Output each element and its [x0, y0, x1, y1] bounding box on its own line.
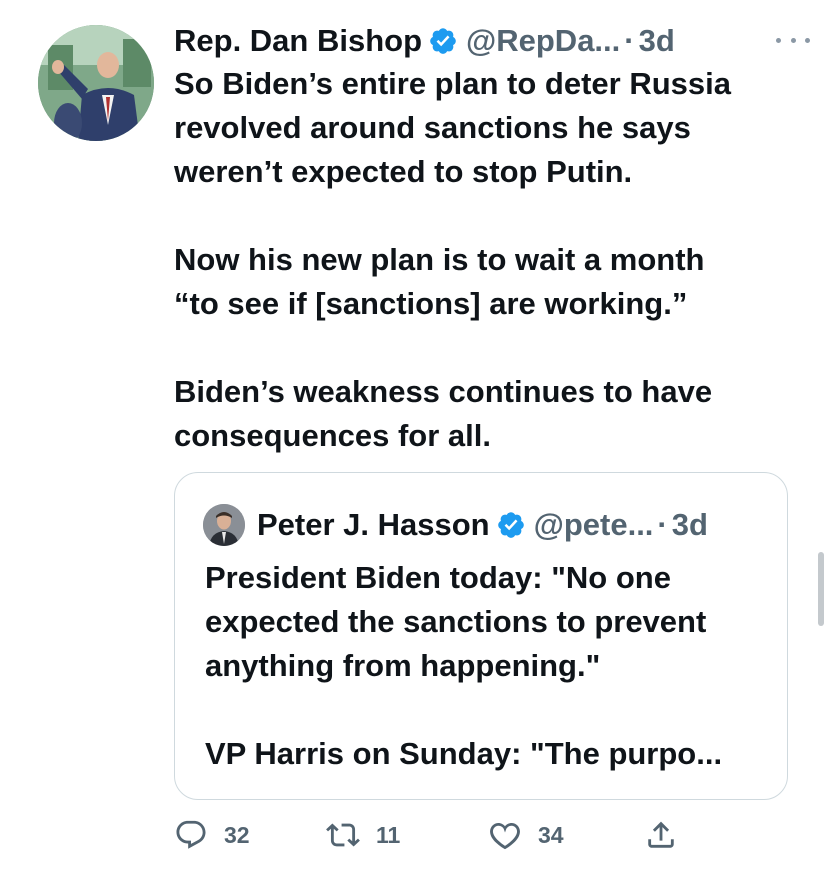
tweet-text: So Biden’s entire plan to deter Russia r… [174, 62, 804, 458]
like-button[interactable]: 34 [488, 812, 564, 858]
tweet-text-line: weren’t expected to stop Putin. [174, 154, 633, 189]
tweet-header: Rep. Dan Bishop @RepDa... · 3d [174, 18, 808, 64]
avatar-photo [38, 25, 154, 141]
tweet-text-line: Now his new plan is to wait a month [174, 242, 705, 277]
quoted-author-name: Peter J. Hasson [257, 507, 490, 542]
reply-icon [176, 820, 206, 849]
quoted-text-line: expected the sanctions to prevent [205, 604, 707, 639]
reply-count: 32 [224, 821, 250, 848]
verified-badge-icon [496, 510, 526, 540]
author-handle[interactable]: @RepDa... [466, 23, 620, 59]
tweet-text-line: consequences for all. [174, 418, 491, 453]
tweet: Rep. Dan Bishop @RepDa... · 3d So Biden’… [0, 0, 828, 874]
header-separator: · [657, 507, 668, 542]
share-icon [648, 821, 674, 848]
share-button[interactable] [644, 812, 678, 858]
reply-button[interactable]: 32 [174, 812, 250, 858]
tweet-timestamp[interactable]: 3d [639, 23, 675, 59]
heart-icon [490, 822, 520, 850]
author-name[interactable]: Rep. Dan Bishop [174, 23, 422, 59]
scrollbar[interactable] [818, 552, 824, 626]
retweet-icon [326, 823, 360, 847]
more-icon[interactable] [776, 34, 810, 46]
tweet-text-line: So Biden’s entire plan to deter Russia [174, 66, 731, 101]
verified-badge-icon [428, 26, 458, 56]
header-separator: · [624, 23, 635, 58]
quoted-text-line: VP Harris on Sunday: "The purpo... [205, 736, 723, 771]
quoted-tweet-header: Peter J. Hasson @pete... · 3d [203, 503, 771, 547]
retweet-count: 11 [376, 821, 401, 848]
quoted-text-line: President Biden today: "No one [205, 560, 671, 595]
quoted-tweet-text: President Biden today: "No one expected … [205, 556, 775, 776]
like-count: 34 [538, 821, 564, 848]
tweet-text-line: “to see if [sanctions] are working.” [174, 286, 688, 321]
quoted-author-handle: @pete... [533, 507, 654, 542]
tweet-text-line: revolved around sanctions he says [174, 110, 691, 145]
quoted-avatar [203, 504, 245, 546]
quoted-tweet[interactable]: Peter J. Hasson @pete... · 3d President … [174, 472, 788, 800]
quoted-text-line: anything from happening." [205, 648, 601, 683]
retweet-button[interactable]: 11 [326, 812, 400, 858]
avatar[interactable] [38, 25, 154, 141]
quoted-timestamp: 3d [671, 507, 708, 542]
tweet-actions: 32 11 34 [174, 812, 694, 858]
tweet-text-line: Biden’s weakness continues to have [174, 374, 713, 409]
